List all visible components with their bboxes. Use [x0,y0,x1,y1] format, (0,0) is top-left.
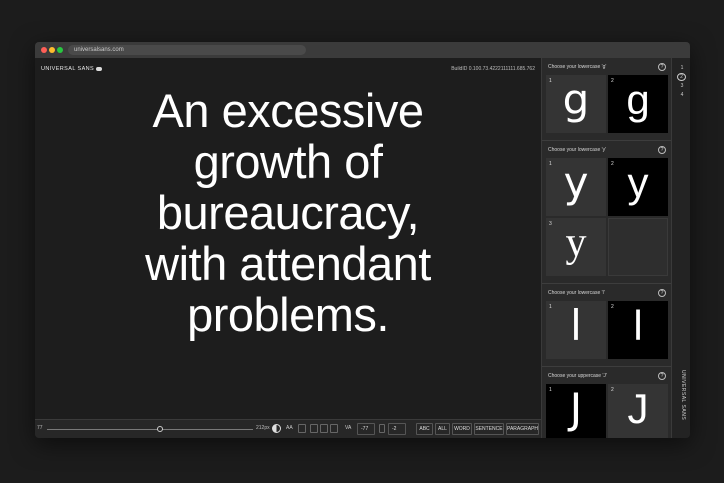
abc-button[interactable]: ABC [416,423,433,435]
option-glyph: y [565,220,587,266]
vertical-brand-label: UNIVERSAL SANS [680,370,686,421]
address-bar[interactable]: universalsans.com [68,45,306,55]
font-size-slider[interactable] [47,429,253,430]
help-icon[interactable]: ? [658,146,666,154]
type-toolbar: 77 212px AA VA -77 -2 ABC ALL WORD SENTE… [35,419,541,438]
help-icon[interactable]: ? [658,289,666,297]
option-glyph: l [633,302,643,349]
glyph-option-selected[interactable]: 2 l [608,301,668,359]
glyph-chooser-panel: Choose your lowercase 'g' ? 1 g 2 g Choo… [541,58,672,438]
minimize-window-button[interactable] [49,47,55,53]
step-4[interactable]: 4 [678,92,686,98]
section-title: Choose your lowercase 'y' [548,147,607,153]
align-left-icon[interactable] [310,424,318,433]
browser-titlebar: universalsans.com [35,42,690,58]
glyph-option[interactable]: 3 y [546,218,606,276]
brand-logo[interactable]: UNIVERSAL SANS [41,66,103,72]
glyph-option-selected[interactable]: 2 g [608,75,668,133]
align-right-icon[interactable] [330,424,338,433]
font-size-value: 77 [37,425,43,431]
option-glyph: g [626,76,650,123]
font-size-max: 212px [256,425,270,431]
font-size-slider-handle[interactable] [157,426,164,432]
help-icon[interactable]: ? [658,63,666,71]
option-glyph: y [627,159,649,206]
specimen-line: An excessive [152,84,424,137]
step-rail: 1 2 3 4 UNIVERSAL SANS [671,58,690,438]
glyph-option-selected[interactable]: 2 y [608,158,668,216]
all-button[interactable]: ALL [435,423,450,435]
step-1[interactable]: 1 [678,65,686,71]
case-toggle[interactable]: AA [286,425,293,431]
specimen-area: UNIVERSAL SANS BuildID 0.100.73.42221111… [35,58,541,438]
brand-name: UNIVERSAL SANS [41,66,95,72]
address-url: universalsans.com [74,47,124,53]
specimen-text[interactable]: An excessive growth of bureaucracy, with… [35,85,541,340]
sun-icon[interactable] [298,424,306,433]
section-uppercase-j: Choose your uppercase 'J' ? 1 J 2 J [542,367,672,438]
section-lowercase-y: Choose your lowercase 'y' ? 1 y 2 y 3 y [542,141,672,283]
contrast-toggle-icon[interactable] [272,424,281,433]
empty-cell [608,218,668,276]
section-title: Choose your uppercase 'J' [548,373,607,379]
step-2[interactable]: 2 [677,73,686,81]
glyph-option[interactable]: 1 g [546,75,606,133]
section-lowercase-g: Choose your lowercase 'g' ? 1 g 2 g [542,58,672,140]
close-window-button[interactable] [41,47,47,53]
tracking-input[interactable]: -77 [357,423,375,435]
specimen-line: problems. [187,288,389,341]
brand-badge-icon [96,66,103,71]
specimen-line: with attendant [145,237,431,290]
section-title: Choose your lowercase 'l' [548,290,605,296]
browser-window: universalsans.com UNIVERSAL SANS BuildID… [35,42,690,438]
specimen-line: bureaucracy, [156,186,420,239]
option-glyph: l [570,301,582,350]
word-button[interactable]: WORD [452,423,472,435]
option-glyph: y [563,158,589,207]
glyph-option-selected[interactable]: 1 J [546,384,606,438]
section-lowercase-l: Choose your lowercase 'l' ? 1 l 2 l [542,284,672,366]
sentence-button[interactable]: SENTENCE [474,423,504,435]
specimen-line: growth of [193,135,383,188]
maximize-window-button[interactable] [57,47,63,53]
option-glyph: J [627,385,649,432]
align-center-icon[interactable] [320,424,328,433]
build-id: BuildID 0.100.73.4222111111.685.762 [451,66,535,72]
option-glyph: g [562,75,590,124]
glyph-option[interactable]: 2 J [608,384,668,438]
leading-input[interactable]: -2 [388,423,406,435]
glyph-option[interactable]: 1 l [546,301,606,359]
line-height-icon [379,424,385,433]
section-title: Choose your lowercase 'g' [548,64,607,70]
option-glyph: J [569,384,583,433]
step-3[interactable]: 3 [678,83,686,89]
help-icon[interactable]: ? [658,372,666,380]
tracking-label: VA [345,425,352,431]
paragraph-button[interactable]: PARAGRAPH [506,423,539,435]
glyph-option[interactable]: 1 y [546,158,606,216]
